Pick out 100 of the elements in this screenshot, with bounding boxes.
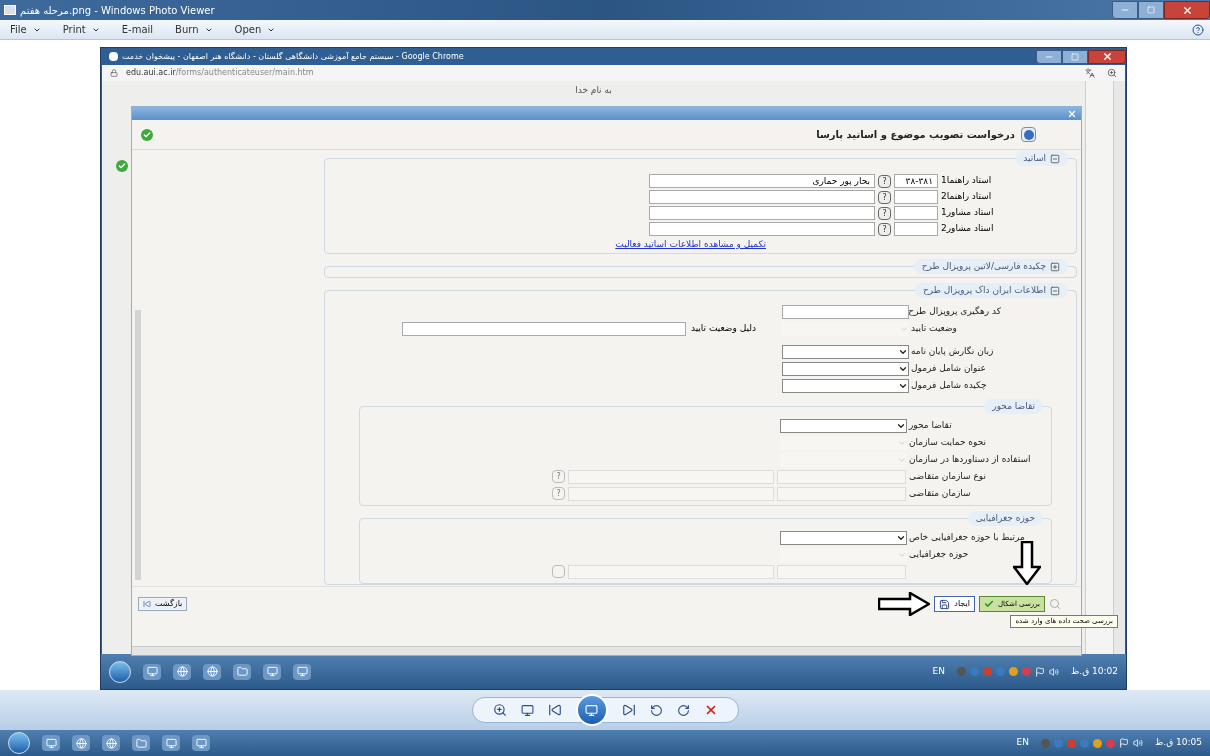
section-title: چکیده فارسی/لاتین پروپزال طرح bbox=[921, 259, 1046, 273]
taskbar-app-icon[interactable] bbox=[42, 735, 60, 751]
dropdown-field[interactable] bbox=[780, 530, 907, 545]
save-button[interactable]: ایجاد bbox=[934, 596, 975, 612]
rotate-right-icon[interactable] bbox=[676, 703, 690, 717]
expand-icon[interactable] bbox=[1050, 261, 1060, 272]
taskbar-app-icon[interactable] bbox=[173, 663, 191, 680]
taskbar-app-icon[interactable] bbox=[132, 735, 150, 751]
section-title: تقاضا محور bbox=[992, 399, 1035, 413]
close-button[interactable] bbox=[1164, 1, 1210, 19]
field-label: نوع سازمان متقاضی bbox=[909, 469, 988, 483]
code-field[interactable]: ۳۸-۳۸۱ bbox=[894, 174, 938, 188]
code-field[interactable] bbox=[894, 206, 938, 220]
close-icon bbox=[1181, 4, 1193, 16]
taskbar-app-icon[interactable] bbox=[162, 735, 180, 751]
info-link[interactable]: تکمیل و مشاهده اطلاعات اساتید فعالیت bbox=[615, 238, 766, 251]
fit-icon[interactable] bbox=[520, 703, 534, 717]
dropdown-field[interactable] bbox=[782, 378, 909, 393]
menu-item[interactable]: E-mail bbox=[121, 22, 154, 37]
field-label: استاد مشاور1 bbox=[941, 206, 995, 220]
field-label: حوزه جغرافیایی bbox=[909, 547, 970, 561]
close-button[interactable] bbox=[1088, 49, 1126, 64]
start-button[interactable] bbox=[8, 732, 30, 754]
clock[interactable]: 10:05 ق.ظ bbox=[1155, 736, 1202, 750]
lock-icon bbox=[110, 69, 118, 77]
name-field[interactable] bbox=[649, 222, 875, 236]
field-label: دلیل وضعیت تایید bbox=[690, 321, 756, 335]
taskbar-app-icon[interactable] bbox=[293, 663, 311, 680]
translate-icon[interactable] bbox=[1085, 68, 1095, 78]
arrow-icon bbox=[1013, 541, 1041, 585]
taskbar-app-icon[interactable] bbox=[263, 663, 281, 680]
name-field[interactable]: بحار پور حماری bbox=[649, 174, 875, 188]
rotate-left-icon[interactable] bbox=[649, 703, 663, 717]
dropdown-field[interactable] bbox=[782, 344, 909, 359]
taskbar-app-icon[interactable] bbox=[143, 663, 161, 680]
clock[interactable]: 10:02 ق.ظ bbox=[1071, 664, 1118, 679]
back-button[interactable]: بازگشت bbox=[138, 597, 188, 611]
code-field[interactable] bbox=[894, 222, 938, 236]
dropdown-field[interactable] bbox=[780, 418, 907, 433]
field-label: تقاضا محور bbox=[909, 418, 953, 432]
scrollbar[interactable] bbox=[1113, 81, 1125, 654]
monitor-icon bbox=[585, 703, 598, 717]
lookup-button[interactable]: ? bbox=[878, 190, 891, 204]
collapse-icon[interactable] bbox=[1050, 153, 1060, 164]
tray-icons[interactable] bbox=[957, 666, 1060, 677]
close-icon bbox=[1101, 51, 1113, 62]
name-field[interactable] bbox=[649, 206, 875, 220]
text-field[interactable] bbox=[782, 304, 909, 319]
maximize-button[interactable] bbox=[1138, 1, 1164, 19]
minimize-button[interactable] bbox=[1112, 1, 1138, 19]
close-icon[interactable] bbox=[1067, 108, 1077, 119]
next-icon[interactable] bbox=[621, 703, 636, 717]
taskbar-app-icon[interactable] bbox=[192, 735, 210, 751]
section-title: اساتید bbox=[1023, 151, 1046, 165]
field-label: کد رهگیری پروپزال طرح bbox=[911, 304, 1001, 318]
field-label: وضعیت تایید bbox=[911, 321, 958, 335]
scrollbar[interactable] bbox=[132, 646, 1081, 655]
field-label: استاد مشاور2 bbox=[941, 222, 995, 236]
check-icon bbox=[116, 159, 128, 172]
url-text[interactable]: edu.aui.ac.ir/forms/authenticateuser/main.htm bbox=[126, 67, 314, 79]
taskbar-app-icon[interactable] bbox=[72, 735, 90, 751]
taskbar-app-icon[interactable] bbox=[203, 663, 221, 680]
browser-tab-icon bbox=[109, 52, 118, 61]
previous-icon[interactable] bbox=[547, 703, 562, 717]
slideshow-button[interactable] bbox=[575, 694, 608, 726]
field-label: زبان نگارش پایان نامه bbox=[911, 344, 995, 358]
lookup-button[interactable]: ? bbox=[878, 174, 891, 188]
menu-item[interactable]: Open bbox=[234, 22, 276, 37]
app-icon bbox=[4, 5, 16, 15]
code-field[interactable] bbox=[894, 190, 938, 204]
taskbar-app-icon[interactable] bbox=[233, 663, 251, 680]
language-indicator[interactable]: EN bbox=[932, 664, 946, 679]
name-field[interactable] bbox=[649, 190, 875, 204]
dropdown-field[interactable] bbox=[782, 361, 909, 376]
field-label: استاد راهنما1 bbox=[941, 174, 993, 188]
maximize-button[interactable] bbox=[1062, 49, 1088, 64]
maximize-icon bbox=[1147, 6, 1155, 14]
page-heading: به نام خدا bbox=[575, 84, 612, 97]
browser-title: سیستم جامع آموزشی دانشگاهی گلستان - دانشگاه هنر اصفهان - پیشخوان خدمت - Google Chrome bbox=[122, 50, 465, 63]
search-icon[interactable] bbox=[1049, 598, 1061, 610]
start-button[interactable] bbox=[109, 660, 131, 683]
zoom-icon[interactable] bbox=[1107, 68, 1117, 78]
field-label: نحوه حمایت سازمان bbox=[909, 435, 988, 449]
text-field[interactable] bbox=[401, 321, 686, 336]
menu-item[interactable]: Burn bbox=[175, 22, 213, 37]
save-icon bbox=[939, 598, 951, 610]
menu-item[interactable]: Print bbox=[62, 22, 100, 37]
lookup-button[interactable]: ? bbox=[878, 206, 891, 220]
language-indicator[interactable]: EN bbox=[1016, 736, 1030, 750]
collapse-icon[interactable] bbox=[1050, 285, 1060, 296]
menu-item[interactable]: File bbox=[10, 22, 41, 37]
minimize-button[interactable] bbox=[1036, 49, 1062, 64]
scrollbar[interactable] bbox=[135, 310, 141, 580]
maximize-icon bbox=[1071, 52, 1079, 61]
zoom-icon[interactable] bbox=[492, 703, 507, 717]
tray-icons[interactable] bbox=[1041, 738, 1144, 748]
taskbar-app-icon[interactable] bbox=[102, 735, 120, 751]
field-label: استفاده از دستاوردها در سازمان bbox=[909, 452, 1032, 466]
back-icon bbox=[143, 600, 151, 608]
lookup-button[interactable]: ? bbox=[878, 222, 891, 236]
